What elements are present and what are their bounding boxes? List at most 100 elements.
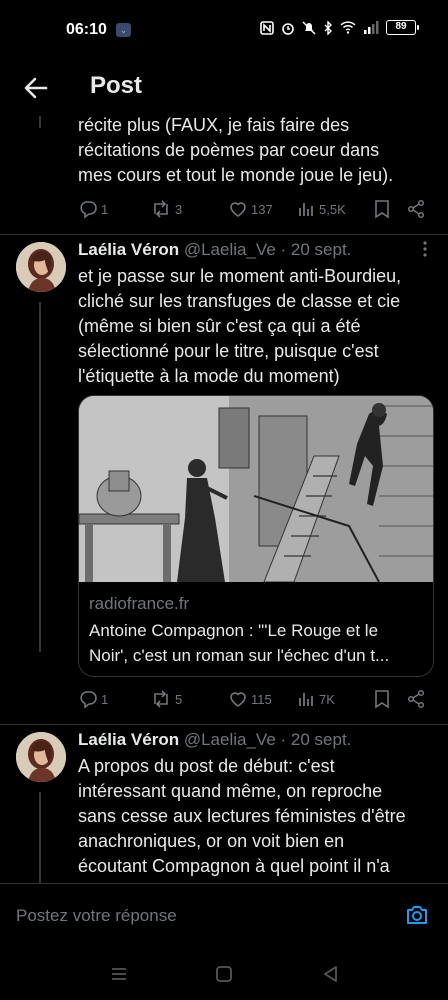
home-button[interactable] <box>213 963 235 985</box>
thread-feed[interactable]: récite plus (FAUX, je fais faire des réc… <box>0 116 448 883</box>
battery-level: 89 <box>395 21 407 32</box>
avatar[interactable] <box>16 732 66 782</box>
repost-button[interactable]: 3 <box>150 198 182 220</box>
engraving-illustration <box>79 396 433 583</box>
system-nav-bar <box>0 949 448 1000</box>
repost-icon <box>154 200 168 218</box>
mute-icon <box>302 20 316 35</box>
avatar[interactable] <box>16 242 66 292</box>
post-text-line: (même si bien sûr c'est ça qui a été <box>78 316 361 336</box>
repost-count: 3 <box>175 201 183 217</box>
avatar-image <box>16 732 66 782</box>
like-button[interactable]: 137 <box>228 198 273 220</box>
post-text: A propos du post de début: c'est intéres… <box>78 754 428 879</box>
camera-icon <box>407 906 427 924</box>
heart-icon <box>230 202 246 217</box>
post-text-line: l'étiquette à la mode du moment) <box>78 366 340 386</box>
back-nav-button[interactable] <box>320 963 342 985</box>
camera-button[interactable] <box>404 902 430 928</box>
views-button[interactable]: 5,5K <box>298 198 346 220</box>
status-icons: 89 <box>260 20 419 35</box>
thread-connector <box>39 792 41 883</box>
triangle-back-icon <box>324 966 337 982</box>
post-date: · 20 sept. <box>280 730 352 749</box>
post-date: · 20 sept. <box>280 240 352 259</box>
reply-input[interactable]: Postez votre réponse <box>16 906 177 926</box>
post-text-line: récite plus (FAUX, je fais faire des <box>78 116 350 135</box>
link-card-domain: radiofrance.fr <box>89 594 190 613</box>
bookmark-button[interactable] <box>373 688 391 710</box>
author-name[interactable]: Laélia Véron <box>78 730 179 749</box>
status-time: 06:10 <box>66 21 107 38</box>
back-button[interactable] <box>20 72 52 104</box>
view-count: 7K <box>319 691 335 707</box>
reply-count: 1 <box>101 201 109 217</box>
page-title: Post <box>90 72 143 99</box>
status-bar: 06:10 ⌄ 89 <box>0 0 448 60</box>
more-options-button[interactable] <box>422 240 428 263</box>
views-icon <box>299 203 313 216</box>
repost-count: 5 <box>175 691 183 707</box>
link-card[interactable]: radiofrance.fr Antoine Compagnon : "'Le … <box>78 395 434 677</box>
post-actions: 1 3 137 5,5K <box>78 198 428 220</box>
post-text-line: sélectionné pour le titre, puisque c'est <box>78 341 379 361</box>
repost-button[interactable]: 5 <box>150 688 182 710</box>
reply-button[interactable]: 1 <box>78 688 108 710</box>
post-text-line: intéressant quand même, on reproche <box>78 781 383 801</box>
post-text-line: cliché sur les transfuges de classe et c… <box>78 291 401 311</box>
bluetooth-icon <box>324 20 332 35</box>
share-icon <box>407 199 425 219</box>
post-text-line: et je passe sur le moment anti-Bourdieu, <box>78 266 402 286</box>
like-button[interactable]: 115 <box>228 688 272 710</box>
link-card-title-line: Antoine Compagnon : "'Le Rouge et le <box>89 621 379 640</box>
arrow-left-icon <box>24 77 48 99</box>
post-header: Laélia Véron @Laelia_Ve · 20 sept. <box>78 730 428 752</box>
post-divider <box>0 234 448 235</box>
like-count: 137 <box>251 201 273 217</box>
share-button[interactable] <box>406 198 426 220</box>
post-text-line: récitations de poèmes par coeur dans <box>78 140 380 160</box>
share-button[interactable] <box>406 688 426 710</box>
nfc-icon <box>260 20 274 35</box>
menu-icon <box>112 968 126 980</box>
post-text-line: anachroniques, or on voit bien en <box>78 831 345 851</box>
post-actions: 1 5 115 7K <box>78 688 428 710</box>
avatar-image <box>16 242 66 292</box>
notification-icon: ⌄ <box>116 23 131 37</box>
link-card-image <box>79 396 433 583</box>
thread-connector <box>39 116 41 128</box>
post-text-line: sans cesse aux lectures féministes d'êtr… <box>78 806 406 826</box>
recents-button[interactable] <box>108 963 130 985</box>
link-card-title-line: Noir', c'est un roman sur l'échec d'un t… <box>89 646 390 665</box>
post-text: récite plus (FAUX, je fais faire des réc… <box>78 116 428 188</box>
thread-connector <box>39 302 41 652</box>
bookmark-icon <box>375 690 389 709</box>
bookmark-icon <box>375 200 389 219</box>
reply-icon <box>80 201 97 219</box>
author-handle[interactable]: @Laelia_Ve <box>184 240 276 259</box>
post-text-line: écoutant Compagnon à quel point il n'a <box>78 856 390 876</box>
author-handle[interactable]: @Laelia_Ve <box>184 730 276 749</box>
top-app-bar: Post <box>0 60 448 116</box>
alarm-icon <box>282 22 294 35</box>
bookmark-button[interactable] <box>373 198 391 220</box>
link-card-title: Antoine Compagnon : "'Le Rouge et le Noi… <box>89 618 425 668</box>
share-icon <box>407 689 425 709</box>
views-button[interactable]: 7K <box>298 688 335 710</box>
reply-composer[interactable]: Postez votre réponse <box>0 883 448 949</box>
post-header: Laélia Véron @Laelia_Ve · 20 sept. <box>78 240 428 262</box>
reply-button[interactable]: 1 <box>78 198 108 220</box>
author-name[interactable]: Laélia Véron <box>78 240 179 259</box>
views-icon <box>299 693 313 706</box>
battery-indicator: 89 <box>386 20 419 35</box>
post-text-line: mes cours et tout le monde joue le jeu). <box>78 165 394 185</box>
like-count: 115 <box>251 691 272 707</box>
signal-icon <box>364 21 379 34</box>
home-square-icon <box>216 966 232 982</box>
heart-icon <box>230 692 246 707</box>
view-count: 5,5K <box>319 201 346 217</box>
post-divider <box>0 724 448 725</box>
wifi-icon <box>340 21 356 34</box>
reply-count: 1 <box>101 691 109 707</box>
more-vertical-icon <box>423 241 427 257</box>
